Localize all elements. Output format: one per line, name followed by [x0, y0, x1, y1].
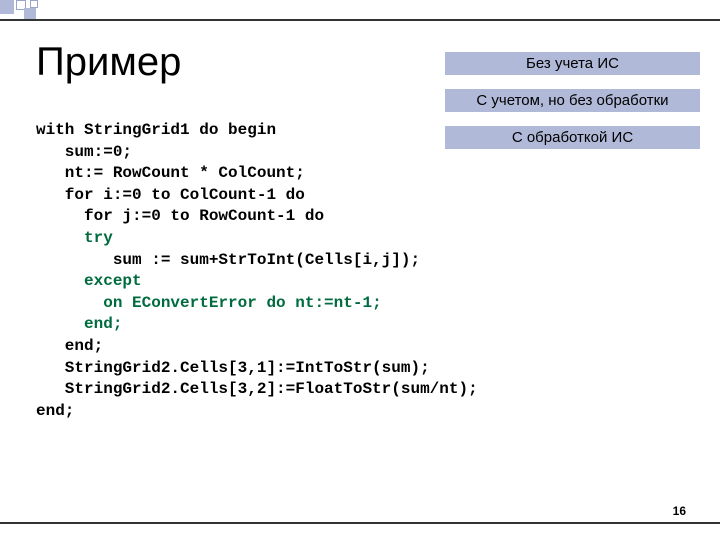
code-line: nt:= RowCount * ColCount; [36, 164, 305, 182]
code-keyword-except: except [84, 272, 142, 290]
code-line: for i:=0 to ColCount-1 do [36, 186, 305, 204]
header-rule [0, 19, 720, 21]
code-block: with StringGrid1 do begin sum:=0; nt:= R… [36, 120, 478, 422]
code-keyword-try: try [84, 229, 113, 247]
code-line: end; [36, 402, 74, 420]
page-number: 16 [673, 504, 686, 518]
code-line: sum := sum+StrToInt(Cells[i,j]); [36, 251, 420, 269]
badge-no-exception: Без учета ИС [445, 52, 700, 75]
code-line: for j:=0 to RowCount-1 do [36, 207, 324, 225]
badge-with-handling: С обработкой ИС [445, 126, 700, 149]
code-line: sum:=0; [36, 143, 132, 161]
code-keyword-end: end; [84, 315, 122, 333]
badge-list: Без учета ИС С учетом, но без обработки … [445, 52, 700, 163]
code-indent [36, 294, 103, 312]
code-line: StringGrid2.Cells[3,1]:=IntToStr(sum); [36, 359, 430, 377]
badge-no-handling: С учетом, но без обработки [445, 89, 700, 112]
footer-rule [0, 522, 720, 524]
code-indent [36, 229, 84, 247]
code-line: StringGrid2.Cells[3,2]:=FloatToStr(sum/n… [36, 380, 478, 398]
slide-title: Пример [36, 40, 181, 85]
code-indent [36, 315, 84, 333]
code-indent [36, 272, 84, 290]
code-line: end; [36, 337, 103, 355]
code-line: with StringGrid1 do begin [36, 121, 276, 139]
code-on-convert: on EConvertError do nt:=nt-1; [103, 294, 381, 312]
